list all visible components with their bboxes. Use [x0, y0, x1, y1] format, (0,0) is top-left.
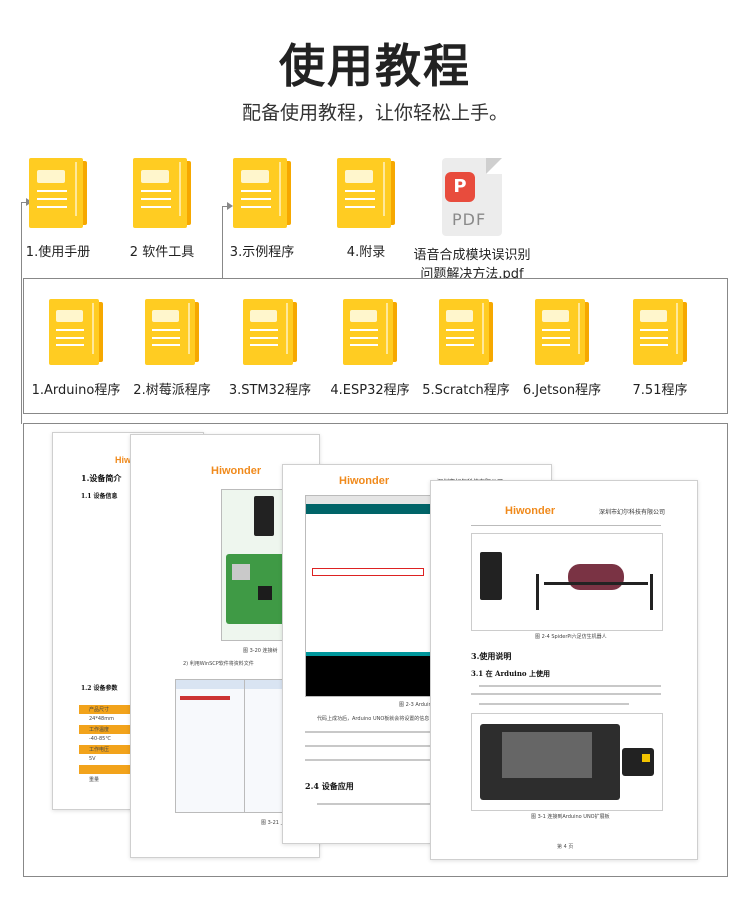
paragraph-line — [305, 745, 445, 747]
folder-item[interactable]: 4.附录 — [326, 158, 406, 260]
subfolder-panel: 1.Arduino程序 2.树莓派程序 3.STM32程序 4.ESP32程序 5.Sc… — [23, 278, 728, 414]
paragraph-line — [305, 759, 445, 761]
arduino-board-image — [471, 713, 663, 811]
table-cell: 24*48mm — [89, 716, 114, 722]
folder-label: 6.Jetson程序 — [522, 382, 602, 398]
paragraph-text: 代码上成功后，Arduino UNO板就会将设置的信息 — [317, 716, 430, 722]
folder-label: 3.STM32程序 — [228, 382, 312, 398]
section-heading: 3.1 在 Arduino 上使用 — [471, 669, 551, 678]
folder-icon — [337, 158, 395, 228]
paragraph-line — [479, 703, 629, 705]
brand-logo: Hiwonder — [339, 475, 390, 487]
folder-icon — [233, 158, 291, 228]
brand-logo: Hiwonder — [211, 465, 262, 477]
folder-label: 3.示例程序 — [229, 245, 295, 260]
folder-label: 4.附录 — [346, 245, 386, 260]
pdf-icon: P PDF — [442, 158, 502, 236]
brand-logo: Hiwonder — [505, 505, 556, 517]
header-rule — [471, 525, 661, 526]
folder-label: 1.使用手册 — [25, 245, 91, 260]
subfolder-item[interactable]: 6.Jetson程序 — [508, 299, 616, 398]
folder-label: 1.Arduino程序 — [31, 382, 121, 398]
company-name: 深圳市幻尔科技有限公司 — [599, 509, 666, 516]
folder-item[interactable]: 3.示例程序 — [222, 158, 302, 260]
paragraph-line — [479, 685, 661, 687]
folder-label: 4.ESP32程序 — [330, 382, 410, 398]
table-cell: 重量 — [89, 777, 100, 783]
table-cell: 工作电压 — [89, 747, 110, 753]
folder-label: 2 软件工具 — [129, 245, 195, 260]
section-heading: 1.1 设备信息 — [81, 493, 118, 500]
folder-icon — [632, 299, 688, 365]
table-header-cell — [79, 765, 131, 774]
folder-icon — [29, 158, 87, 228]
subfolder-item[interactable]: 2.树莓派程序 — [118, 299, 226, 398]
arduino-ide-screenshot — [305, 495, 435, 697]
pdf-file-item[interactable]: P PDF 语音合成模块误识别 问题解决方法.pdf — [412, 158, 532, 282]
table-cell: 5V — [89, 756, 96, 762]
paragraph-line — [317, 803, 445, 805]
table-cell: 工作温度 — [89, 727, 110, 733]
manual-page-usage-instructions: Hiwonder 深圳市幻尔科技有限公司 图 2-4 SpiderPi六足仿生机… — [430, 480, 698, 860]
file-label: 语音合成模块误识别 — [413, 248, 531, 263]
figure-caption: 图 3-20 连接树 — [243, 648, 278, 654]
page-title: 使用教程 — [279, 39, 471, 93]
page-subtitle: 配备使用教程，让你轻松上手。 — [241, 102, 508, 124]
table-cell: 产品尺寸 — [89, 707, 110, 713]
subfolder-item[interactable]: 4.ESP32程序 — [316, 299, 424, 398]
folder-icon — [438, 299, 494, 365]
folder-icon — [48, 299, 104, 365]
table-cell: -40-85℃ — [89, 736, 111, 742]
figure-caption: 图 3-1 连接到Arduino UNO扩展板 — [531, 814, 610, 820]
folder-item[interactable]: 1.使用手册 — [18, 158, 98, 260]
subfolder-item[interactable]: 3.STM32程序 — [216, 299, 324, 398]
subfolder-item[interactable]: 1.Arduino程序 — [22, 299, 130, 398]
subfolder-item[interactable]: 5.Scratch程序 — [412, 299, 520, 398]
folder-item[interactable]: 2 软件工具 — [122, 158, 202, 260]
folder-icon — [534, 299, 590, 365]
step-text: 2) 利用WinSCP软件将资料文件 — [183, 661, 254, 667]
figure-caption: 图 2-4 SpiderPi六足仿生机器人 — [535, 634, 607, 640]
spiderpi-robot-image — [471, 533, 663, 631]
page-number: 第 4 页 — [557, 844, 574, 850]
folder-icon — [242, 299, 298, 365]
subfolder-item[interactable]: 7.51程序 — [606, 299, 714, 398]
section-heading: 2.4 设备应用 — [305, 781, 354, 791]
section-heading: 1.2 设备参数 — [81, 685, 118, 692]
section-heading: 1.设备简介 — [81, 473, 122, 483]
folder-icon — [342, 299, 398, 365]
folder-icon — [144, 299, 200, 365]
section-heading: 3.使用说明 — [471, 651, 512, 661]
folder-label: 5.Scratch程序 — [422, 382, 510, 398]
folder-label: 7.51程序 — [632, 382, 688, 398]
document-preview-panel: Hiwonder 1.设备简介 1.1 设备信息 1.2 设备参数 产品尺寸 2… — [23, 423, 728, 877]
paragraph-line — [471, 693, 661, 695]
folder-label: 2.树莓派程序 — [133, 382, 211, 398]
paragraph-line — [305, 731, 445, 733]
folder-icon — [133, 158, 191, 228]
